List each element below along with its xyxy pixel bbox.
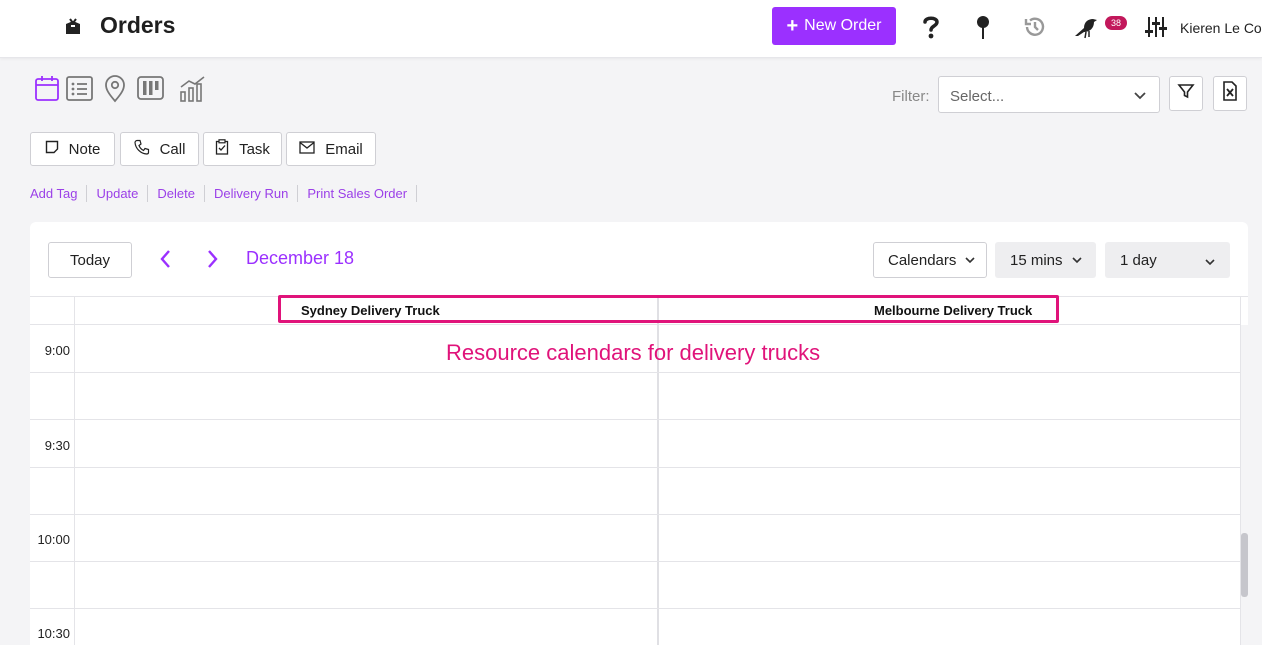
time-label: 9:30	[44, 438, 70, 453]
chevron-down-icon	[1133, 89, 1147, 107]
chevron-down-icon	[1071, 252, 1083, 269]
note-icon	[45, 140, 59, 158]
today-button[interactable]: Today	[48, 242, 132, 278]
chevron-right-icon[interactable]	[202, 248, 222, 270]
time-label: 10:00	[37, 532, 70, 547]
slot-line	[30, 514, 1241, 515]
plus-icon: +	[786, 15, 799, 37]
pin-icon[interactable]	[970, 14, 996, 40]
update-link[interactable]: Update	[87, 185, 149, 202]
chart-icon[interactable]	[179, 75, 207, 103]
calendars-label: Calendars	[888, 251, 957, 269]
slot-line	[30, 467, 1241, 468]
user-name[interactable]: Kieren Le Cor	[1180, 20, 1262, 36]
sliders-icon[interactable]	[1143, 14, 1169, 40]
calendars-dropdown[interactable]: Calendars	[873, 242, 987, 278]
delivery-run-link[interactable]: Delivery Run	[205, 185, 299, 202]
scrollbar-thumb[interactable]	[1241, 533, 1248, 597]
call-label: Call	[159, 140, 186, 158]
envelope-icon	[299, 140, 315, 158]
add-tag-link[interactable]: Add Tag	[30, 185, 88, 202]
slot-line	[30, 561, 1241, 562]
board-icon[interactable]	[137, 75, 165, 103]
time-label: 10:30	[37, 626, 70, 641]
slot-line	[30, 608, 1241, 609]
clipboard-check-icon	[215, 139, 229, 159]
email-button[interactable]: Email	[286, 132, 376, 166]
chevron-down-icon	[964, 252, 976, 269]
new-order-button[interactable]: + New Order	[772, 7, 896, 45]
calendar-panel: Today December 18 Calendars 15 mins 1 da…	[30, 222, 1248, 645]
call-button[interactable]: Call	[120, 132, 199, 166]
delete-link[interactable]: Delete	[148, 185, 205, 202]
filter-button[interactable]	[1169, 76, 1203, 111]
chevron-left-icon[interactable]	[156, 248, 176, 270]
help-icon[interactable]	[918, 14, 944, 40]
export-excel-button[interactable]	[1213, 76, 1247, 111]
slot-line	[30, 419, 1241, 420]
notification-badge: 38	[1105, 16, 1127, 30]
email-label: Email	[325, 140, 363, 158]
range-label: 1 day	[1120, 251, 1157, 269]
annotation-highlight-box	[278, 295, 1059, 323]
action-links: Add Tag Update Delete Delivery Run Print…	[30, 185, 418, 202]
top-bar: Orders + New Order 38 Kieren Le Cor	[0, 0, 1262, 58]
filter-label: Filter:	[892, 88, 930, 105]
annotation-text: Resource calendars for delivery trucks	[446, 340, 821, 365]
excel-file-icon	[1222, 81, 1238, 106]
scrollbar-track[interactable]	[1241, 325, 1248, 645]
filter-placeholder: Select...	[950, 88, 1005, 105]
slot-line	[30, 372, 1241, 373]
list-icon[interactable]	[66, 75, 94, 103]
page-title: Orders	[100, 12, 176, 38]
bird-icon[interactable]	[1072, 14, 1102, 40]
new-order-label: New Order	[804, 17, 882, 34]
calendar-date: December 18	[246, 248, 355, 268]
map-pin-icon[interactable]	[102, 75, 130, 103]
print-sales-order-link[interactable]: Print Sales Order	[298, 185, 418, 202]
interval-dropdown[interactable]: 15 mins	[995, 242, 1096, 278]
task-label: Task	[239, 140, 270, 158]
filter-select[interactable]: Select...	[938, 76, 1160, 113]
funnel-icon	[1177, 82, 1195, 105]
range-dropdown[interactable]: 1 day	[1105, 242, 1230, 278]
task-button[interactable]: Task	[203, 132, 282, 166]
chevron-down-icon	[1204, 254, 1216, 271]
note-button[interactable]: Note	[30, 132, 115, 166]
history-icon[interactable]	[1022, 14, 1048, 40]
time-label: 9:00	[44, 343, 70, 358]
note-label: Note	[68, 140, 101, 158]
calendar-icon[interactable]	[34, 75, 62, 103]
interval-label: 15 mins	[1010, 251, 1063, 269]
box-icon	[62, 16, 84, 38]
phone-icon	[133, 139, 150, 159]
